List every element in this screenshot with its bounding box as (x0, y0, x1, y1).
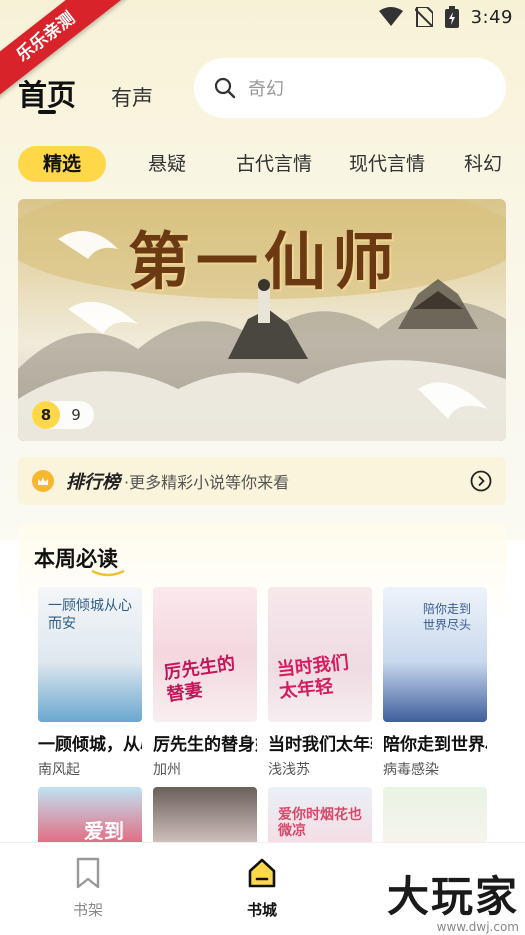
cover-title: 爱到 (84, 819, 124, 843)
book-cover[interactable]: 爱你时烟花也微凉 (268, 787, 372, 847)
book-cover: 陪你走到世界尽头 (383, 587, 487, 722)
nav-bookshelf[interactable]: 书架 (48, 857, 128, 920)
watermark-main: 大玩家 (386, 872, 519, 921)
bottom-nav: 书架 书城 大玩家 www.dwj.com (0, 842, 525, 935)
search-input[interactable]: 奇幻 (194, 58, 506, 118)
book-title: 当时我们太年轻 (268, 735, 372, 755)
category-modern-romance[interactable]: 现代言情 (349, 146, 425, 182)
book-cover[interactable]: 爱到 (38, 787, 142, 847)
book-cover: 厉先生的替妻 (153, 587, 257, 722)
tab-audio[interactable]: 有声 (111, 82, 153, 112)
book-author: 加州 (153, 762, 181, 778)
status-time: 3:49 (470, 6, 513, 28)
category-tabs: 精选 悬疑 古代言情 现代言情 科幻 (18, 146, 525, 182)
no-sim-icon (414, 7, 433, 27)
banner-carousel[interactable]: 第一仙师 8 9 (18, 199, 506, 441)
book-cover: 当时我们太年轻 (268, 587, 372, 722)
cover-title: 陪你走到世界尽头 (423, 602, 472, 632)
book-card[interactable]: 厉先生的替妻 厉先生的替身娇妻 加州 (153, 587, 257, 779)
title-decoration (91, 569, 125, 577)
book-author: 南风起 (38, 762, 80, 778)
category-featured[interactable]: 精选 (18, 146, 106, 182)
home-store-icon (248, 858, 276, 888)
book-card[interactable]: 当时我们太年轻 当时我们太年轻 浅浅苏 (268, 587, 372, 779)
cover-title: 爱你时烟花也微凉 (278, 807, 362, 839)
ranking-icon (32, 470, 54, 492)
wifi-icon (378, 7, 403, 26)
banner-title: 第一仙师 (128, 225, 401, 298)
nav-label: 书城 (246, 901, 277, 919)
nav-label: 书架 (72, 901, 103, 919)
cover-title: 厉先生的替妻 (162, 653, 237, 706)
ranking-entry[interactable]: 排行榜 ·更多精彩小说等你来看 (18, 457, 506, 505)
book-title: 一顾倾城，从心而安 (38, 735, 142, 755)
chevron-right-circle-icon[interactable] (470, 470, 492, 492)
tab-home[interactable]: 首页 (18, 72, 76, 114)
category-ancient-romance[interactable]: 古代言情 (236, 146, 312, 182)
weekly-section: 本周必读 一顾倾城从心而安 一顾倾城，从心而安 南风起 厉先生的替妻 厉先生的替… (18, 523, 506, 853)
status-icons: 3:49 (378, 6, 513, 28)
ranking-subtitle: ·更多精彩小说等你来看 (124, 473, 290, 492)
pager-total: 9 (71, 406, 81, 424)
tab-home-indicator (38, 110, 56, 114)
cover-title: 一顾倾城从心而安 (48, 598, 132, 632)
cover-title: 当时我们太年轻 (275, 652, 350, 703)
watermark: 大玩家 www.dwj.com (387, 863, 519, 934)
banner-pager: 8 9 (32, 401, 94, 429)
search-placeholder: 奇幻 (248, 79, 284, 100)
category-scifi[interactable]: 科幻 (464, 146, 502, 182)
nav-bookstore[interactable]: 书城 (222, 857, 302, 920)
bookmark-icon (76, 857, 100, 889)
pager-current: 8 (32, 401, 60, 429)
book-card[interactable]: 一顾倾城从心而安 一顾倾城，从心而安 南风起 (38, 587, 142, 779)
book-title: 厉先生的替身娇妻 (153, 735, 257, 755)
book-card[interactable]: 陪你走到世界尽头 陪你走到世界尽头 病毒感染 (383, 587, 487, 779)
battery-charging-icon (444, 6, 459, 28)
book-author: 病毒感染 (383, 762, 439, 778)
book-cover: 一顾倾城从心而安 (38, 587, 142, 722)
book-author: 浅浅苏 (268, 762, 310, 778)
book-title: 陪你走到世界尽头 (383, 735, 487, 755)
book-cover[interactable] (153, 787, 257, 847)
category-suspense[interactable]: 悬疑 (148, 146, 186, 182)
search-icon (214, 77, 236, 99)
ranking-title: 排行榜 (66, 472, 120, 493)
book-cover[interactable] (383, 787, 487, 847)
